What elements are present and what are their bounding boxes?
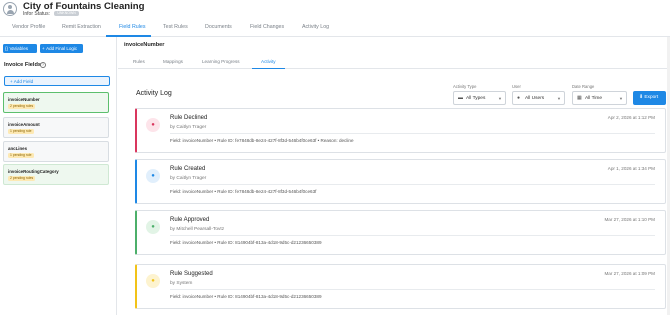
field-sub-tab-bar: Rules Mappings Learning Progress Activit…: [118, 56, 670, 70]
activity-author: by Mitchell Pearsall-Tovtz: [170, 227, 225, 232]
divider: [170, 133, 655, 134]
top-tab-bar: Vendor Profile Remit Extraction Field Ru…: [0, 20, 670, 37]
plus-icon: +: [42, 46, 45, 51]
tab-activity-log[interactable]: Activity Log: [302, 24, 329, 30]
divider: [170, 184, 655, 185]
date-range-value: All Time: [585, 96, 603, 101]
status-badge: UNKNOWN: [54, 11, 79, 17]
tab-field-rules[interactable]: Field Rules: [119, 24, 146, 30]
activity-detail: Field: invoiceNumber • Rule ID: fe7848db…: [170, 189, 317, 194]
status-label: Infor Status:: [23, 11, 50, 17]
activity-log-title: Activity Log: [136, 90, 172, 97]
chevron-down-icon: ▼: [557, 96, 561, 101]
add-field-button[interactable]: + Add Field: [4, 76, 110, 86]
user-filter-value: All Users: [525, 96, 545, 101]
field-name: ancLines: [8, 146, 28, 151]
chevron-down-icon: ▼: [619, 96, 623, 101]
tab-test-rules[interactable]: Test Rules: [163, 24, 188, 30]
activity-detail: Field: invoiceNumber • Rule ID: 814904bf…: [170, 294, 322, 299]
user-icon: ●: [146, 220, 160, 234]
export-button[interactable]: ⬇ Export: [633, 91, 666, 105]
activity-date: Apr 1, 2026 at 1:34 PM: [607, 166, 655, 171]
chevron-down-icon: ▼: [498, 96, 502, 101]
activity-type-select[interactable]: ▬ All Types ▼: [453, 91, 506, 105]
status-line: Infor Status: UNKNOWN: [23, 11, 79, 17]
variables-button-label: Variables: [9, 46, 28, 51]
field-card-invoice-amount[interactable]: invoiceAmount 1 pending rule: [3, 117, 109, 138]
pending-rules-badge: 1 pending rule: [8, 153, 34, 158]
pending-rules-badge: 2 pending rules: [8, 176, 36, 181]
tab-field-changes[interactable]: Field Changes: [250, 24, 284, 30]
activity-date: Apr 2, 2026 at 1:12 PM: [607, 115, 655, 120]
tab-documents[interactable]: Documents: [205, 24, 232, 30]
app-header: City of Fountains Cleaning Infor Status:…: [0, 0, 670, 19]
tab-learning-progress[interactable]: Learning Progress: [202, 59, 240, 64]
user-icon: ●: [146, 274, 160, 288]
tab-activity[interactable]: Activity: [261, 59, 276, 64]
user-icon: ●: [146, 118, 160, 132]
variables-icon: {}: [5, 46, 9, 51]
field-name: invoiceRoutingCategory: [8, 169, 59, 174]
invoice-fields-panel: {} Variables + Add Final Logic Invoice Fie…: [0, 37, 117, 315]
activity-date: Mar 27, 2026 at 1:10 PM: [604, 217, 655, 222]
pending-rules-badge: 1 pending rule: [8, 129, 34, 134]
help-icon[interactable]: ?: [40, 62, 46, 68]
divider: [170, 235, 655, 236]
activity-author: by System: [170, 281, 193, 286]
user-select[interactable]: ● All Users ▼: [512, 91, 565, 105]
activity-title: Rule Suggested: [170, 271, 213, 277]
user-filter-label: User: [512, 84, 521, 89]
activity-title: Rule Declined: [170, 115, 208, 121]
activity-detail: Field: invoiceNumber • Rule ID: 814904bf…: [170, 240, 322, 245]
invoice-fields-title: Invoice Fields: [4, 62, 41, 68]
pending-rules-badge: 2 pending rules: [8, 104, 36, 109]
field-card-invoice-routing-category[interactable]: invoiceRoutingCategory 2 pending rules: [3, 164, 109, 185]
user-icon: ●: [517, 95, 521, 101]
activity-item: ● Rule Created by Caitlyn Trager Apr 1, …: [135, 159, 666, 204]
tab-vendor-profile[interactable]: Vendor Profile: [12, 24, 45, 30]
vendor-avatar-icon: [3, 2, 17, 16]
add-final-logic-button[interactable]: + Add Final Logic: [40, 44, 83, 53]
activity-title: Rule Created: [170, 166, 206, 172]
activity-type-label: Activity Type: [453, 84, 477, 89]
user-icon: ●: [146, 169, 160, 183]
add-field-label: Add Field: [13, 79, 34, 84]
calendar-icon: ▦: [577, 95, 582, 101]
filter-type-icon: ▬: [458, 95, 463, 101]
divider: [170, 289, 655, 290]
date-range-select[interactable]: ▦ All Time ▼: [572, 91, 627, 105]
activity-title: Rule Approved: [170, 217, 210, 223]
active-sub-tab-indicator: [252, 68, 285, 70]
add-final-logic-label: Add Final Logic: [46, 46, 78, 51]
activity-date: Mar 27, 2026 at 1:09 PM: [604, 271, 655, 276]
tab-mappings[interactable]: Mappings: [163, 59, 183, 64]
activity-item: ● Rule Declined by Caitlyn Trager Apr 2,…: [135, 108, 666, 153]
activity-author: by Caitlyn Trager: [170, 176, 207, 181]
field-name: invoiceNumber: [8, 97, 40, 102]
activity-item: ● Rule Suggested by System Mar 27, 2026 …: [135, 264, 666, 309]
export-button-label: Export: [644, 95, 659, 100]
activity-author: by Caitlyn Trager: [170, 125, 207, 130]
activity-type-value: All Types: [466, 96, 486, 101]
field-card-anc-lines[interactable]: ancLines 1 pending rule: [3, 141, 109, 162]
selected-field-title: invoiceNumber: [124, 42, 165, 48]
date-range-label: Date Range: [572, 84, 595, 89]
activity-detail: Field: invoiceNumber • Rule ID: fe7848db…: [170, 138, 354, 143]
variables-button[interactable]: {} Variables: [3, 44, 37, 53]
tab-rules[interactable]: Rules: [133, 59, 145, 64]
field-name: invoiceAmount: [8, 122, 40, 127]
tab-remit-extraction[interactable]: Remit Extraction: [62, 24, 101, 30]
activity-item: ● Rule Approved by Mitchell Pearsall-Tov…: [135, 210, 666, 255]
field-card-invoice-number[interactable]: invoiceNumber 2 pending rules: [3, 92, 109, 113]
